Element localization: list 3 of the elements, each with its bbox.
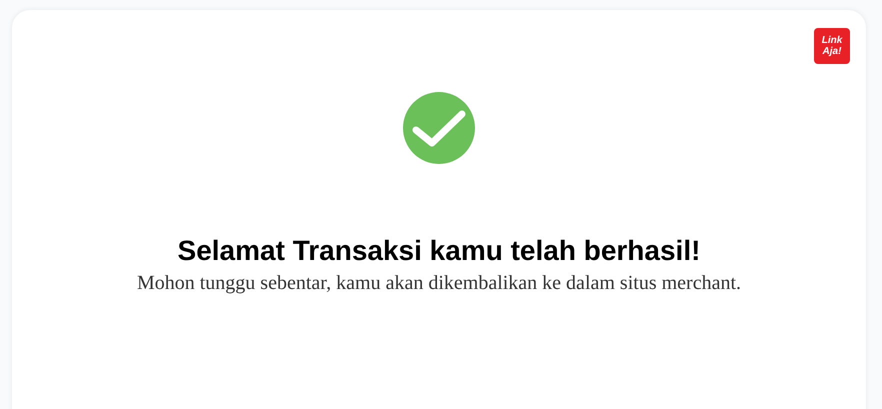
success-title: Selamat Transaksi kamu telah berhasil! [178, 234, 700, 268]
logo: Link Aja! [814, 28, 850, 64]
redirect-message: Mohon tunggu sebentar, kamu akan dikembalikan ke dalam situs merchant. [136, 271, 742, 296]
